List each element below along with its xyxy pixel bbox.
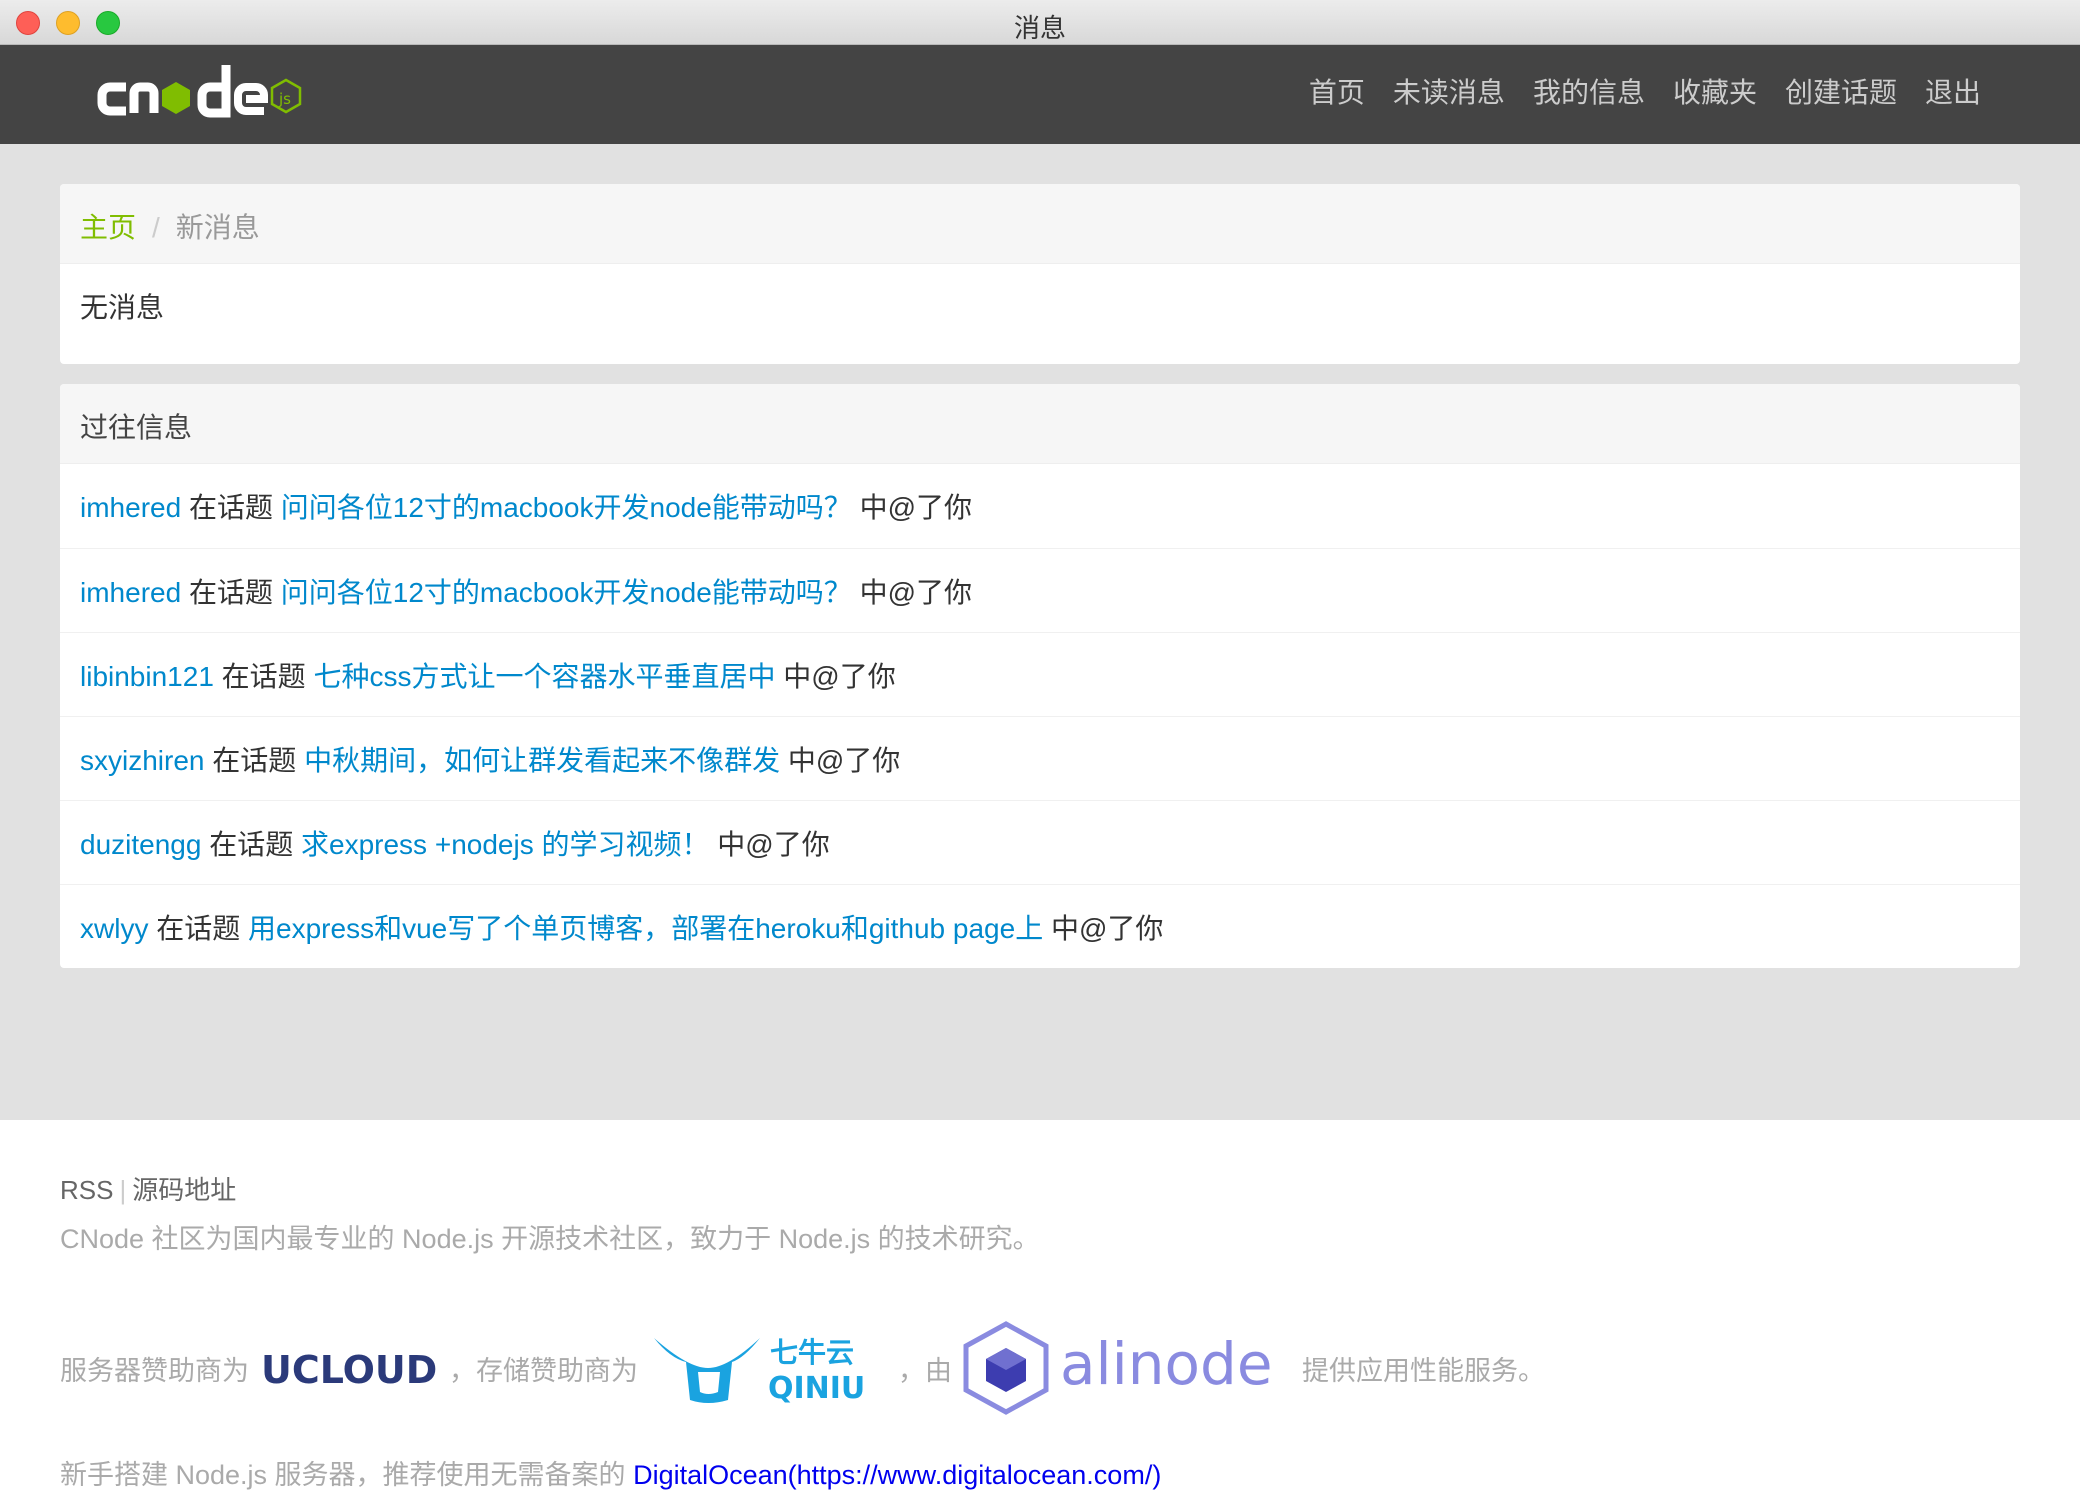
breadcrumb-home[interactable]: 主页 — [80, 212, 136, 243]
message-topic-link[interactable]: 求express +nodejs 的学习视频！ — [301, 829, 709, 860]
past-messages-title: 过往信息 — [60, 384, 2020, 464]
list-item: duzitengg 在话题 求express +nodejs 的学习视频！ 中@… — [60, 800, 2020, 884]
sponsor-line: 服务器赞助商为 UCLOUD ，存储赞助商为 七牛云 QINIU ，由 alin… — [60, 1318, 1545, 1418]
svg-text:alinode: alinode — [1060, 1330, 1273, 1398]
message-topic-link[interactable]: 问问各位12寸的macbook开发node能带动吗？ — [281, 577, 852, 608]
ucloud-logo-icon: UCLOUD — [261, 1348, 437, 1392]
footer-links: RSS | 源码地址 — [60, 1170, 1960, 1207]
nav-unread-messages[interactable]: 未读消息 — [1393, 73, 1505, 113]
breadcrumb-separator: / — [152, 212, 160, 243]
message-user-link[interactable]: xwlyy — [80, 913, 148, 944]
list-item: sxyizhiren 在话题 中秋期间，如何让群发看起来不像群发 中@了你 — [60, 716, 2020, 800]
message-connector: 在话题 — [209, 829, 294, 860]
svg-text:js: js — [278, 90, 291, 108]
svg-text:七牛云: 七牛云 — [770, 1336, 854, 1369]
message-connector: 在话题 — [188, 492, 273, 523]
message-topic-link[interactable]: 七种css方式让一个容器水平垂直居中 — [313, 661, 775, 692]
no-messages-text: 无消息 — [80, 292, 165, 323]
cnode-logo[interactable]: js — [96, 61, 346, 133]
message-connector: 在话题 — [156, 913, 241, 944]
nav-home[interactable]: 首页 — [1309, 73, 1365, 113]
svg-text:QINIU: QINIU — [768, 1371, 865, 1406]
nav-links: 首页 未读消息 我的信息 收藏夹 创建话题 退出 — [1281, 73, 1981, 113]
qiniu-logo-icon: 七牛云 QINIU — [654, 1336, 865, 1406]
source-code-link[interactable]: 源码地址 — [132, 1175, 236, 1205]
storage-prefix: ，存储赞助商为 — [449, 1355, 638, 1386]
message-connector: 在话题 — [221, 661, 306, 692]
window-titlebar: 消息 — [0, 0, 2080, 45]
message-topic-link[interactable]: 中秋期间，如何让群发看起来不像群发 — [304, 745, 780, 776]
list-item: imhered 在话题 问问各位12寸的macbook开发node能带动吗？ 中… — [60, 464, 2020, 548]
cnode-logo-icon: js — [97, 65, 302, 118]
svg-text:UCLOUD: UCLOUD — [261, 1348, 437, 1392]
navbar: js 首页 未读消息 我的信息 收藏夹 创建话题 退出 — [0, 45, 2080, 144]
message-topic-link[interactable]: 问问各位12寸的macbook开发node能带动吗？ — [281, 492, 852, 523]
new-messages-panel: 主页 / 新消息 无消息 — [60, 184, 2020, 364]
perf-suffix: 提供应用性能服务。 — [1302, 1355, 1545, 1386]
message-user-link[interactable]: duzitengg — [80, 829, 201, 860]
rss-link[interactable]: RSS — [60, 1175, 113, 1205]
past-messages-panel: 过往信息 imhered 在话题 问问各位12寸的macbook开发node能带… — [60, 384, 2020, 968]
message-connector: 在话题 — [188, 577, 273, 608]
message-list: imhered 在话题 问问各位12寸的macbook开发node能带动吗？ 中… — [60, 464, 2020, 968]
alinode-logo-icon: alinode — [963, 1321, 1273, 1415]
list-item: libinbin121 在话题 七种css方式让一个容器水平垂直居中 中@了你 — [60, 632, 2020, 716]
sponsor-prefix: 服务器赞助商为 — [60, 1355, 249, 1386]
footer: RSS | 源码地址 CNode 社区为国内最专业的 Node.js 开源技术社区，… — [0, 1120, 2080, 1500]
nav-my-info[interactable]: 我的信息 — [1533, 73, 1645, 113]
nav-create-topic[interactable]: 创建话题 — [1785, 73, 1897, 113]
message-suffix: 中@了你 — [717, 829, 830, 860]
message-user-link[interactable]: sxyizhiren — [80, 745, 204, 776]
message-user-link[interactable]: imhered — [80, 577, 181, 608]
nav-favorites[interactable]: 收藏夹 — [1673, 73, 1757, 113]
message-suffix: 中@了你 — [859, 577, 973, 608]
message-suffix: 中@了你 — [859, 492, 973, 523]
message-user-link[interactable]: libinbin121 — [80, 661, 214, 692]
message-suffix: 中@了你 — [783, 661, 896, 692]
digitalocean-link[interactable]: DigitalOcean(https://www.digitalocean.co… — [633, 1460, 1161, 1490]
digitalocean-prefix: 新手搭建 Node.js 服务器，推荐使用无需备案的 — [60, 1460, 626, 1490]
alinode-logo[interactable]: alinode — [962, 1318, 1292, 1418]
message-suffix: 中@了你 — [787, 745, 901, 776]
nav-logout[interactable]: 退出 — [1925, 73, 1981, 113]
window-title: 消息 — [1013, 13, 1066, 43]
ucloud-logo[interactable]: UCLOUD — [259, 1343, 439, 1393]
breadcrumb-current: 新消息 — [175, 212, 260, 243]
message-topic-link[interactable]: 用express和vue写了个单页博客，部署在heroku和github pag… — [248, 913, 1043, 944]
footer-divider: | — [119, 1175, 127, 1205]
breadcrumb: 主页 / 新消息 — [60, 184, 2020, 264]
message-suffix: 中@了你 — [1050, 913, 1164, 944]
message-user-link[interactable]: imhered — [80, 492, 181, 523]
by-prefix: ，由 — [898, 1355, 952, 1386]
message-connector: 在话题 — [212, 745, 297, 776]
list-item: xwlyy 在话题 用express和vue写了个单页博客，部署在heroku和… — [60, 884, 2020, 968]
list-item: imhered 在话题 问问各位12寸的macbook开发node能带动吗？ 中… — [60, 548, 2020, 632]
qiniu-logo[interactable]: 七牛云 QINIU — [648, 1328, 888, 1408]
digitalocean-line: 新手搭建 Node.js 服务器，推荐使用无需备案的 DigitalOcean(… — [60, 1453, 1161, 1492]
footer-description: CNode 社区为国内最专业的 Node.js 开源技术社区，致力于 Node.… — [60, 1224, 1040, 1254]
